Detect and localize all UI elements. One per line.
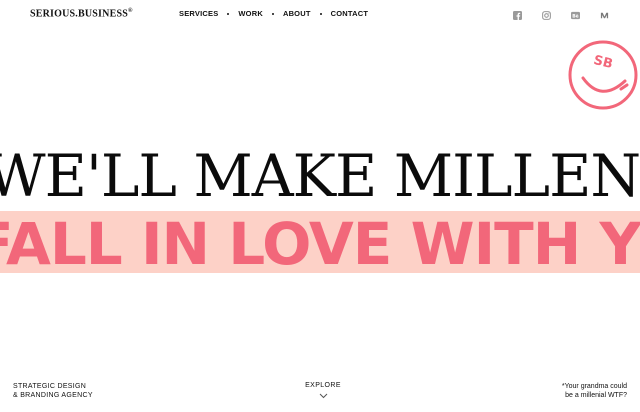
hero-headline-top: WE'LL MAKE MILLENNIALS bbox=[0, 142, 640, 210]
nav-work[interactable]: WORK bbox=[238, 9, 263, 18]
badge-text: SB bbox=[592, 53, 614, 72]
nav-separator bbox=[319, 12, 322, 15]
behance-icon[interactable]: Bē bbox=[569, 9, 581, 21]
tagline-line-1: STRATEGIC DESIGN bbox=[13, 383, 87, 390]
hero-highlight-band: FALL IN LOVE WITH YOUR BRAND bbox=[0, 211, 640, 273]
instagram-icon[interactable] bbox=[540, 9, 552, 21]
facebook-icon[interactable] bbox=[511, 9, 523, 21]
explore-label: EXPLORE bbox=[305, 382, 341, 389]
nav-separator bbox=[227, 12, 230, 15]
site-logo[interactable]: SERIOUS.BUSINESS® bbox=[30, 8, 133, 19]
explore-button[interactable]: EXPLORE bbox=[295, 382, 351, 399]
main-nav: SERVICES WORK ABOUT CONTACT bbox=[179, 9, 368, 18]
nav-contact[interactable]: CONTACT bbox=[331, 9, 369, 18]
nav-separator bbox=[271, 12, 274, 15]
footnote-line-2: be a millenial WTF? bbox=[565, 392, 627, 399]
footnote: *Your grandma could be a millenial WTF? bbox=[537, 382, 627, 400]
hero-headline-bottom: FALL IN LOVE WITH YOUR BRAND bbox=[0, 211, 640, 273]
logo-text: SERIOUS.BUSINESS bbox=[30, 8, 128, 20]
tagline-line-2: & BRANDING AGENCY bbox=[13, 392, 93, 399]
medium-icon[interactable] bbox=[598, 9, 610, 21]
svg-text:Bē: Bē bbox=[572, 13, 578, 19]
nav-about[interactable]: ABOUT bbox=[283, 9, 311, 18]
smiley-badge[interactable]: SB bbox=[563, 33, 639, 117]
hero-line-1: WE'LL MAKE MILLENNIALS bbox=[0, 134, 640, 214]
agency-tagline: STRATEGIC DESIGN & BRANDING AGENCY bbox=[13, 382, 93, 400]
footnote-line-1: *Your grandma could bbox=[561, 383, 627, 390]
social-links: Bē bbox=[494, 9, 610, 21]
chevron-down-icon bbox=[319, 393, 327, 399]
nav-services[interactable]: SERVICES bbox=[179, 9, 218, 18]
registered-mark: ® bbox=[127, 8, 133, 14]
